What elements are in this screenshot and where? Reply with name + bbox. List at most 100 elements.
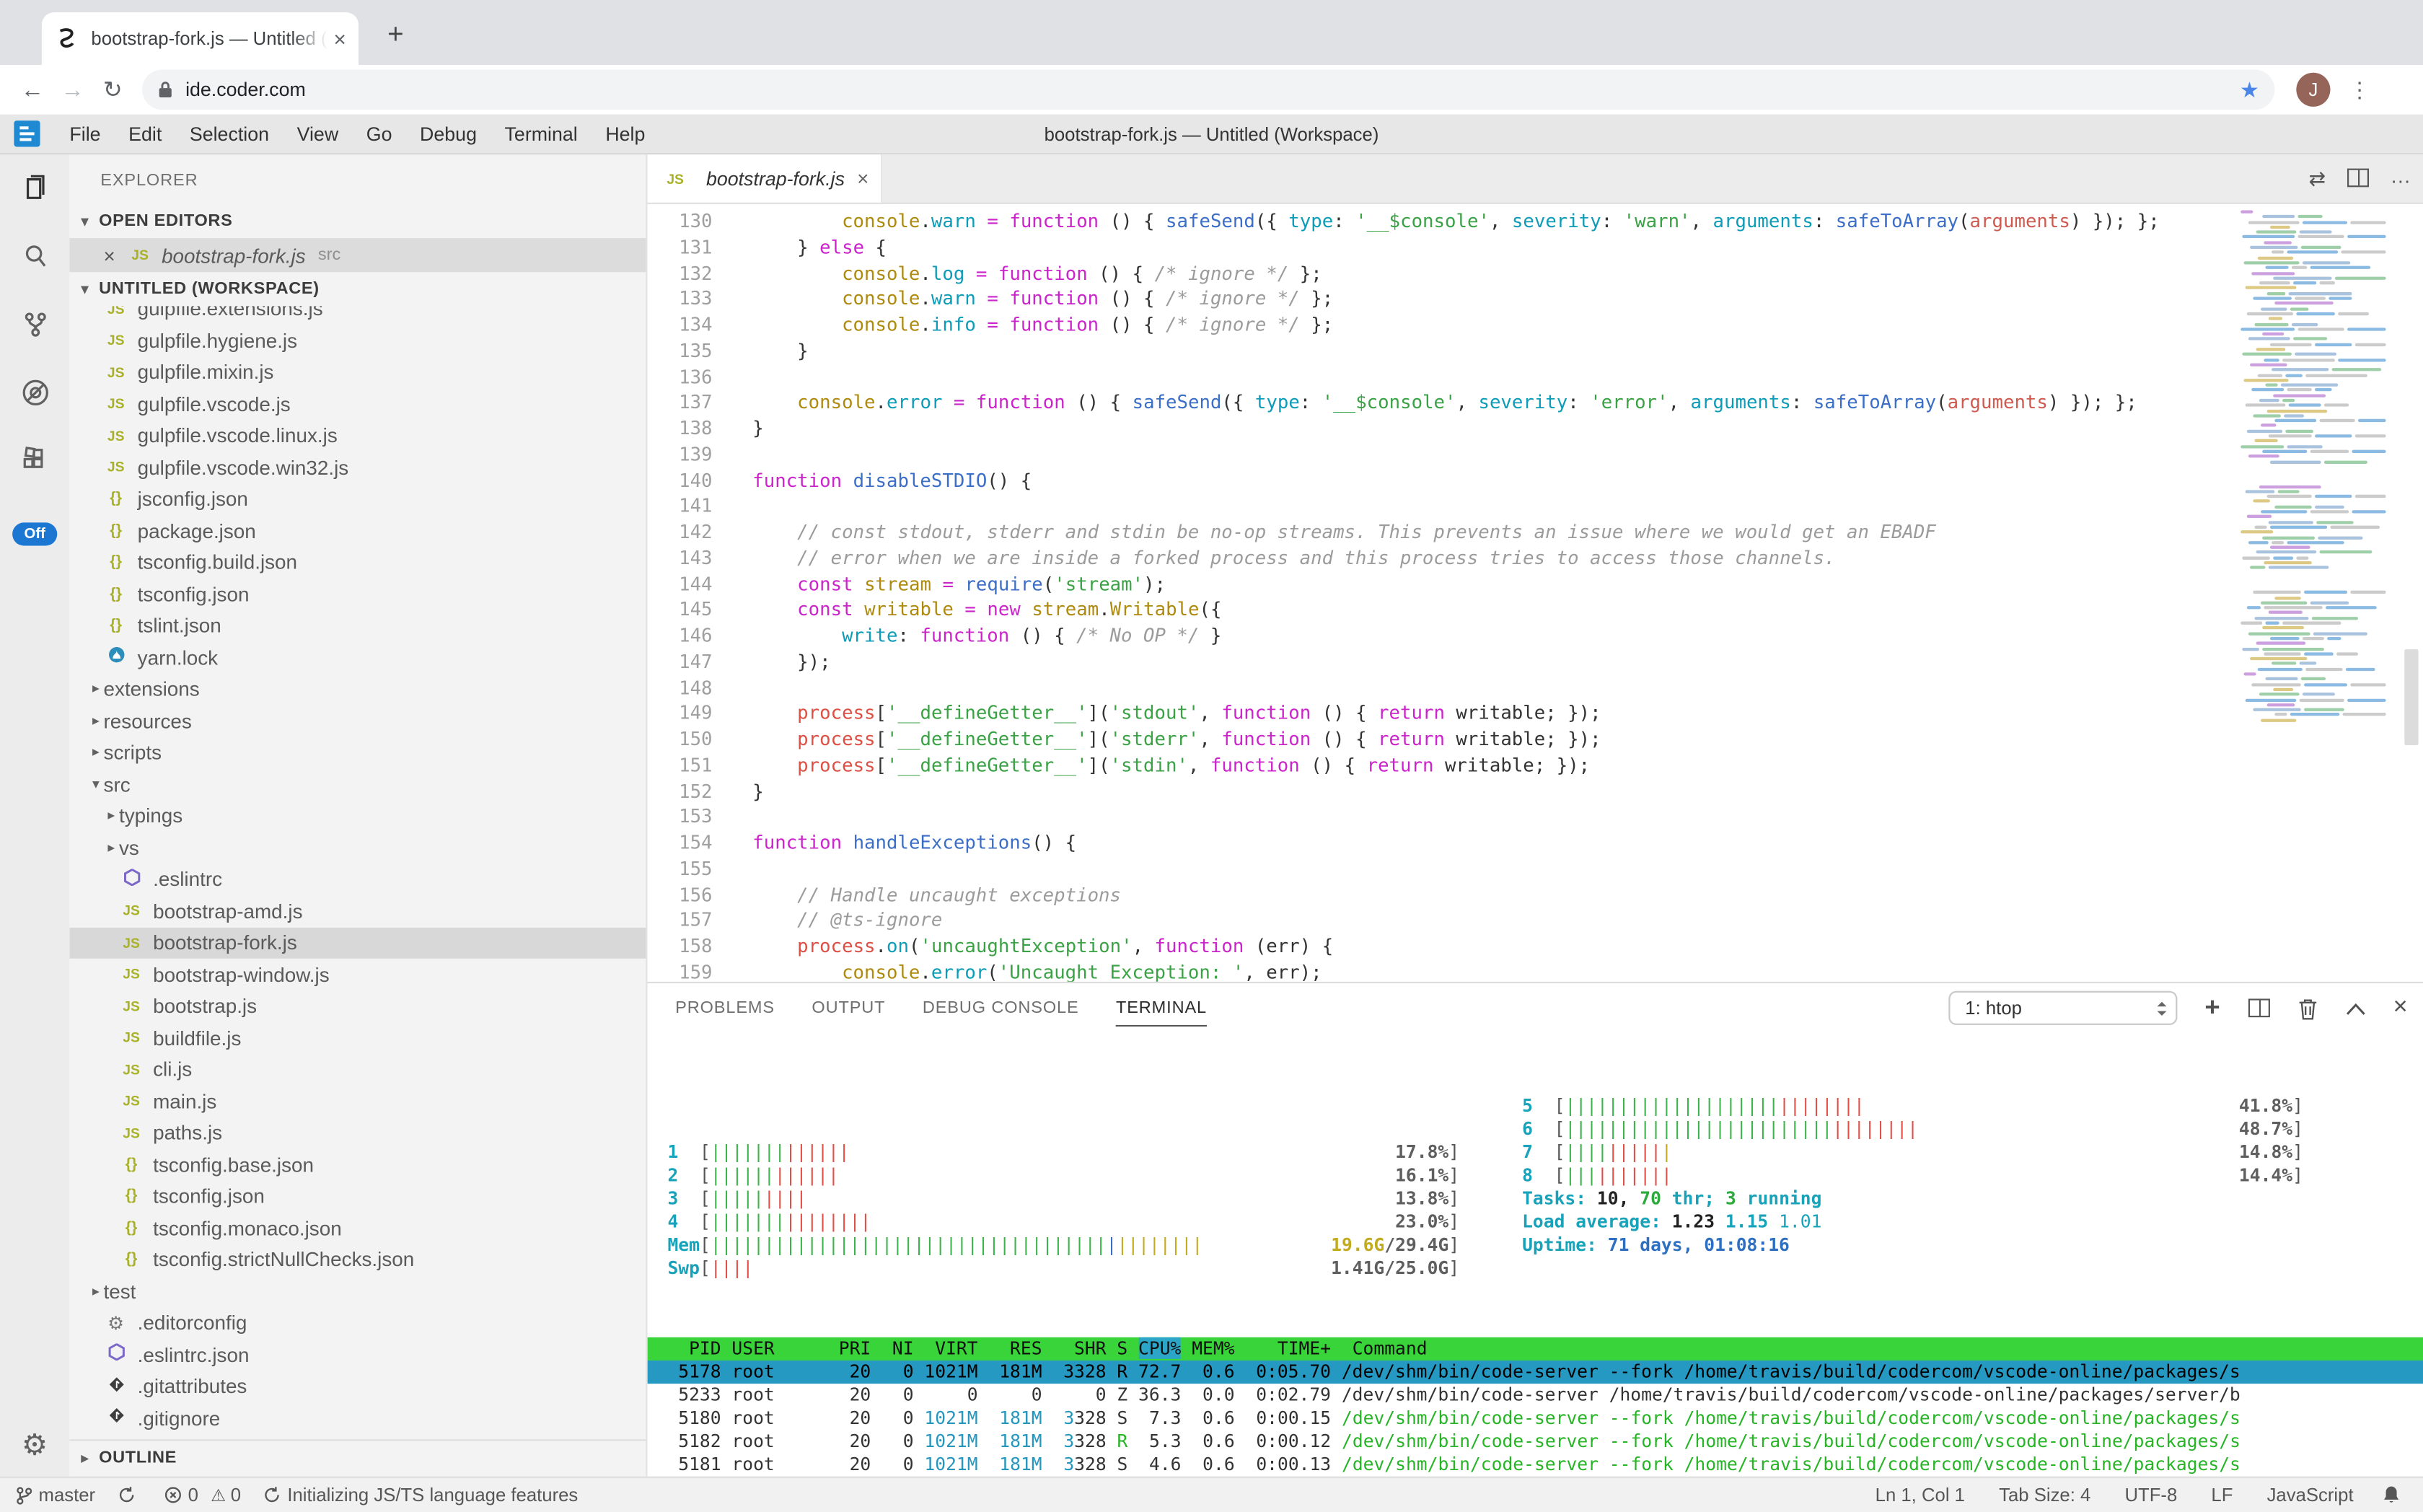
bookmark-star-icon[interactable]: ★ (2240, 76, 2259, 102)
tree-item-tsconfig.base.json[interactable]: {}tsconfig.base.json (69, 1148, 646, 1180)
split-editor-icon[interactable] (2347, 168, 2369, 191)
code-line-133: 133 console.warn = function () { /* igno… (648, 286, 2423, 312)
editor-tab-close-icon[interactable]: × (857, 167, 869, 190)
tree-item-.editorconfig[interactable]: ⚙.editorconfig (69, 1307, 646, 1339)
menu-view[interactable]: View (283, 123, 352, 144)
code-editor[interactable]: 130 console.warn = function () { safeSen… (648, 204, 2423, 982)
browser-tab[interactable]: bootstrap-fork.js — Untitled (W × (42, 12, 359, 65)
menu-edit[interactable]: Edit (115, 123, 176, 144)
open-editor-item[interactable]: × JS bootstrap-fork.js src (69, 238, 646, 272)
close-icon[interactable]: × (104, 244, 115, 267)
tree-item-resources[interactable]: ▸resources (69, 705, 646, 737)
panel-tab-output[interactable]: OUTPUT (812, 983, 885, 1034)
browser-menu-icon[interactable]: ⋮ (2349, 76, 2370, 102)
settings-gear-icon[interactable]: ⚙ (22, 1428, 48, 1464)
tree-item-tslint.json[interactable]: {}tslint.json (69, 610, 646, 641)
extensions-icon[interactable] (0, 427, 69, 495)
tree-item-.eslintrc.json[interactable]: .eslintrc.json (69, 1339, 646, 1371)
open-changes-icon[interactable]: ⇄ (2309, 167, 2326, 191)
tree-item-tsconfig.build.json[interactable]: {}tsconfig.build.json (69, 547, 646, 579)
explorer-icon[interactable] (0, 154, 69, 222)
debug-disabled-icon[interactable] (0, 359, 69, 426)
tree-item-bootstrap-amd.js[interactable]: JSbootstrap-amd.js (69, 895, 646, 927)
tree-item-gulpfile.vscode.js[interactable]: JSgulpfile.vscode.js (69, 388, 646, 420)
tree-item-bootstrap-window.js[interactable]: JSbootstrap-window.js (69, 959, 646, 990)
tree-item-gulpfile.vscode.win32.js[interactable]: JSgulpfile.vscode.win32.js (69, 452, 646, 483)
branch-indicator[interactable]: master (15, 1484, 95, 1506)
new-terminal-icon[interactable]: + (2204, 993, 2220, 1024)
tree-item-bootstrap.js[interactable]: JSbootstrap.js (69, 990, 646, 1022)
tab-close-icon[interactable]: × (333, 26, 346, 50)
tree-item-tsconfig.strictNullChecks.json[interactable]: {}tsconfig.strictNullChecks.json (69, 1244, 646, 1275)
tree-item-extensions[interactable]: ▸extensions (69, 673, 646, 705)
tree-item-paths.js[interactable]: JSpaths.js (69, 1117, 646, 1148)
status-tab-size-4[interactable]: Tab Size: 4 (1999, 1484, 2090, 1506)
tree-item-.gitignore[interactable]: .gitignore (69, 1402, 646, 1434)
source-control-icon[interactable] (0, 291, 69, 359)
search-icon[interactable] (0, 223, 69, 291)
tree-item-bootstrap-fork.js[interactable]: JSbootstrap-fork.js (69, 927, 646, 959)
editor-tab[interactable]: JS bootstrap-fork.js × (648, 154, 883, 202)
close-panel-icon[interactable]: × (2393, 994, 2408, 1022)
kill-terminal-icon[interactable] (2297, 996, 2318, 1019)
tree-item-.gitattributes[interactable]: .gitattributes (69, 1371, 646, 1402)
split-terminal-icon[interactable] (2248, 998, 2269, 1017)
status-ln-1-col-1[interactable]: Ln 1, Col 1 (1875, 1484, 1965, 1506)
menu-go[interactable]: Go (352, 123, 405, 144)
panel-tab-terminal[interactable]: TERMINAL (1116, 983, 1207, 1034)
url-bar[interactable]: ide.coder.com ★ (142, 69, 2274, 110)
minimap-row (2240, 510, 2389, 513)
editor-scrollbar[interactable] (2404, 649, 2418, 745)
tree-item-yarn.lock[interactable]: yarn.lock (69, 641, 646, 673)
more-actions-icon[interactable]: ··· (2391, 168, 2411, 191)
status-lf[interactable]: LF (2211, 1484, 2233, 1506)
tree-item-gulpfile.mixin.js[interactable]: JSgulpfile.mixin.js (69, 356, 646, 388)
maximize-panel-icon[interactable] (2345, 1001, 2365, 1015)
tree-item-tsconfig.json[interactable]: {}tsconfig.json (69, 1180, 646, 1212)
tree-item-tsconfig.json[interactable]: {}tsconfig.json (69, 579, 646, 610)
tree-item-gulpfile.vscode.linux.js[interactable]: JSgulpfile.vscode.linux.js (69, 420, 646, 452)
htop-load-average: Load average: 1.23 1.15 1.01 (1522, 1210, 2303, 1234)
menu-selection[interactable]: Selection (176, 123, 283, 144)
tree-item-scripts[interactable]: ▸scripts (69, 737, 646, 768)
terminal-select[interactable]: 1: htop (1948, 991, 2177, 1025)
new-tab-button[interactable]: + (377, 15, 414, 52)
panel-tab-problems[interactable]: PROBLEMS (675, 983, 775, 1034)
tree-item-cli.js[interactable]: JScli.js (69, 1054, 646, 1086)
tree-item-test[interactable]: ▸test (69, 1275, 646, 1307)
reload-icon[interactable]: ↻ (93, 76, 133, 104)
menu-help[interactable]: Help (592, 123, 659, 144)
tree-item-tsconfig.monaco.json[interactable]: {}tsconfig.monaco.json (69, 1212, 646, 1244)
tree-item-gulpfile.hygiene.js[interactable]: JSgulpfile.hygiene.js (69, 325, 646, 356)
status-javascript[interactable]: JavaScript (2267, 1484, 2354, 1506)
tree-item-.eslintrc[interactable]: .eslintrc (69, 863, 646, 895)
minimap[interactable] (2240, 210, 2389, 981)
back-icon[interactable]: ← (12, 76, 53, 102)
terminal[interactable]: 1 [||||||||||||| 17.8%]2 [|||||||||||| 1… (648, 1034, 2423, 1477)
panel-tab-debug-console[interactable]: DEBUG CONSOLE (923, 983, 1079, 1034)
open-editors-header[interactable]: ▾ OPEN EDITORS (69, 204, 646, 238)
tree-item-typings[interactable]: ▸typings (69, 800, 646, 832)
status-utf-8[interactable]: UTF-8 (2124, 1484, 2177, 1506)
tree-item-src[interactable]: ▾src (69, 768, 646, 800)
sync-icon[interactable] (117, 1486, 141, 1505)
forward-icon[interactable]: → (53, 76, 93, 102)
menu-debug[interactable]: Debug (406, 123, 491, 144)
menu-file[interactable]: File (56, 123, 115, 144)
problems-indicator[interactable]: 0 ⚠ 0 (163, 1484, 241, 1506)
language-status[interactable]: Initializing JS/TS language features (263, 1484, 578, 1506)
tree-item-main.js[interactable]: JSmain.js (69, 1085, 646, 1117)
outline-section[interactable]: ▸ OUTLINE (69, 1439, 646, 1476)
tree-item-package.json[interactable]: {}package.json (69, 515, 646, 547)
off-badge[interactable]: Off (12, 522, 58, 545)
menu-terminal[interactable]: Terminal (491, 123, 592, 144)
workspace-header[interactable]: ▾ UNTITLED (WORKSPACE) (69, 272, 646, 306)
avatar[interactable]: J (2296, 73, 2330, 107)
tree-item-jsconfig.json[interactable]: {}jsconfig.json (69, 483, 646, 515)
code-line-151: 151 process['__defineGetter__']('stdin',… (648, 752, 2423, 778)
minimap-row (2240, 642, 2389, 645)
notifications-bell-icon[interactable] (2381, 1484, 2407, 1506)
tree-item-vs[interactable]: ▸vs (69, 832, 646, 863)
tree-item-gulpfile.extensions.js[interactable]: JSgulpfile.extensions.js (69, 306, 646, 325)
tree-item-buildfile.js[interactable]: JSbuildfile.js (69, 1022, 646, 1054)
